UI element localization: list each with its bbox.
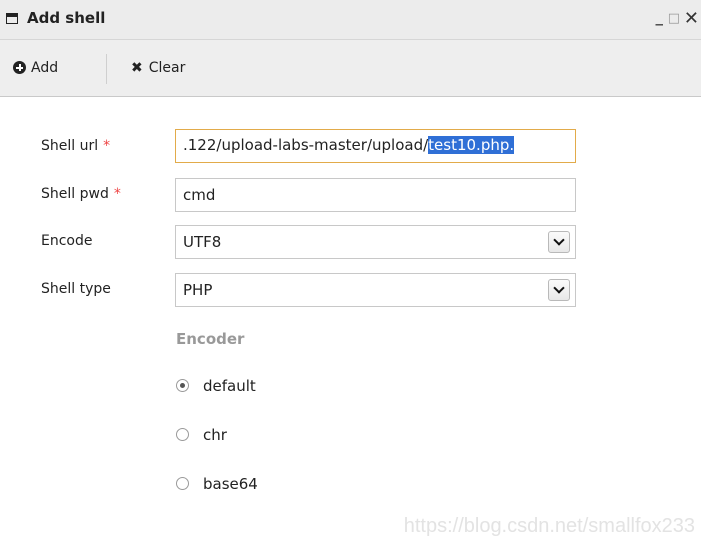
shell-form: Shell url * .122/upload-labs-master/uploa… — [0, 97, 701, 548]
window-icon — [6, 13, 18, 24]
add-shell-window: Add shell _ □ ✕ Add ✖ Clear Shell url * .1… — [0, 0, 701, 548]
shell-url-input[interactable]: .122/upload-labs-master/upload/test10.ph… — [175, 129, 576, 163]
shell-url-value: .122/upload-labs-master/upload/ — [183, 136, 429, 154]
radio-button[interactable] — [176, 477, 189, 490]
shell-pwd-label: Shell pwd * — [41, 186, 121, 202]
toolbar-divider — [106, 54, 107, 84]
close-icon: ✖ — [131, 60, 143, 76]
shell-type-value: PHP — [183, 281, 213, 299]
encode-value: UTF8 — [183, 233, 222, 251]
encode-select[interactable]: UTF8 — [175, 225, 576, 259]
encoder-label: Encoder — [176, 330, 245, 348]
clear-button[interactable]: ✖ Clear — [131, 56, 185, 80]
chevron-down-icon[interactable] — [548, 231, 570, 253]
encoder-option-default[interactable]: default — [176, 377, 256, 395]
encoder-option-base64[interactable]: base64 — [176, 475, 258, 493]
add-button[interactable]: Add — [13, 56, 58, 80]
required-marker: * — [103, 138, 111, 154]
shell-url-label: Shell url * — [41, 138, 111, 154]
radio-button[interactable] — [176, 379, 189, 392]
shell-pwd-value: cmd — [183, 186, 216, 204]
encode-label: Encode — [41, 233, 93, 249]
encoder-option-chr[interactable]: chr — [176, 426, 227, 444]
title-bar[interactable]: Add shell _ □ ✕ — [0, 0, 701, 40]
watermark: https://blog.csdn.net/smallfox233 — [403, 515, 695, 537]
radio-button[interactable] — [176, 428, 189, 441]
toolbar: Add ✖ Clear — [0, 40, 701, 97]
chevron-down-icon[interactable] — [548, 279, 570, 301]
required-marker: * — [113, 186, 121, 202]
window-title: Add shell — [27, 9, 106, 27]
shell-pwd-input[interactable]: cmd — [175, 178, 576, 212]
shell-type-select[interactable]: PHP — [175, 273, 576, 307]
clear-button-label: Clear — [148, 60, 186, 76]
plus-circle-icon — [13, 61, 26, 74]
minimize-button[interactable]: _ — [656, 6, 664, 28]
shell-type-label: Shell type — [41, 281, 111, 297]
add-button-label: Add — [31, 60, 59, 76]
close-button[interactable]: ✕ — [684, 8, 699, 30]
maximize-button[interactable]: □ — [668, 8, 680, 30]
shell-url-selected-text: test10.php. — [428, 136, 515, 154]
